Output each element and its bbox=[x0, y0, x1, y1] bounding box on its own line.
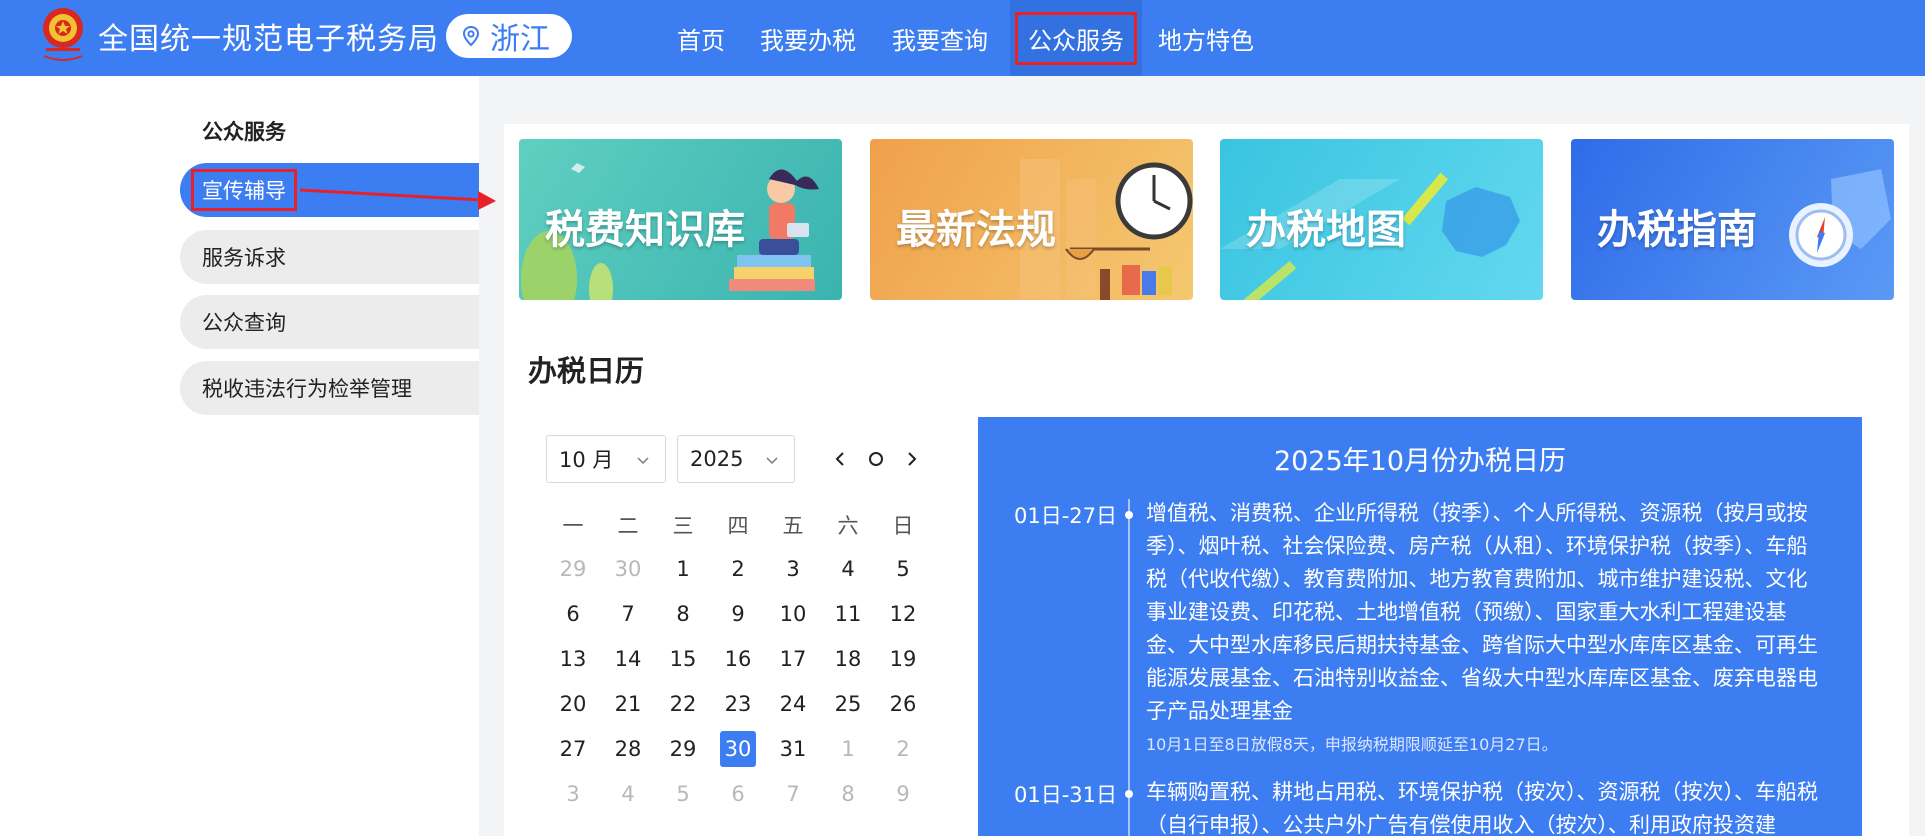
prev-month-button[interactable] bbox=[828, 446, 852, 472]
nav-home[interactable]: 首页 bbox=[660, 0, 742, 76]
nav-public-service[interactable]: 公众服务 bbox=[1010, 0, 1142, 76]
calendar-day[interactable]: 13 bbox=[553, 641, 593, 677]
calendar-day[interactable]: 19 bbox=[883, 641, 923, 677]
calendar-day[interactable]: 3 bbox=[773, 551, 813, 587]
calendar-day[interactable]: 3 bbox=[553, 776, 593, 812]
year-select[interactable]: 2025 bbox=[677, 435, 795, 483]
timeline-dot bbox=[1125, 790, 1133, 798]
calendar-day[interactable]: 14 bbox=[608, 641, 648, 677]
chevron-left-icon bbox=[835, 452, 844, 466]
month-select[interactable]: 10 月 bbox=[546, 435, 666, 483]
banner-latest-regulations[interactable]: 最新法规 bbox=[870, 139, 1193, 300]
next-month-button[interactable] bbox=[900, 446, 924, 472]
entry-tax-list: 车辆购置税、耕地占用税、环境保护税（按次）、资源税（按次）、车船税（自行申报）、… bbox=[1146, 780, 1818, 836]
entry-date: 01日-31日 bbox=[1014, 783, 1118, 807]
calendar-day[interactable]: 5 bbox=[883, 551, 923, 587]
calendar-day[interactable]: 8 bbox=[828, 776, 868, 812]
tax-emblem-logo[interactable] bbox=[34, 4, 92, 68]
nav-local-features[interactable]: 地方特色 bbox=[1150, 0, 1262, 76]
site-title[interactable]: 全国统一规范电子税务局 bbox=[98, 14, 439, 58]
calendar-day[interactable]: 15 bbox=[663, 641, 703, 677]
calendar-day[interactable]: 11 bbox=[828, 596, 868, 632]
region-selector[interactable]: 浙江 bbox=[446, 14, 572, 58]
entry-tax-list: 增值税、消费税、企业所得税（按季）、个人所得税、资源税（按月或按季）、烟叶税、社… bbox=[1146, 501, 1818, 723]
calendar-day[interactable]: 2 bbox=[883, 731, 923, 767]
chevron-down-icon bbox=[766, 457, 778, 465]
nav-handle-tax[interactable]: 我要办税 bbox=[752, 0, 864, 76]
tax-calendar-panel: 2025年10月份办税日历 01日-27日 增值税、消费税、企业所得税（按季）、… bbox=[978, 417, 1862, 836]
tax-calendar-heading: 办税日历 bbox=[528, 354, 645, 388]
weekday-header: 四 bbox=[727, 514, 749, 538]
calendar-day[interactable]: 6 bbox=[718, 776, 758, 812]
tax-calendar-title: 2025年10月份办税日历 bbox=[1273, 446, 1567, 477]
top-header: 全国统一规范电子税务局 浙江 首页 我要办税 我要查询 公众服务 地方特色 bbox=[0, 0, 1925, 76]
calendar-day[interactable]: 24 bbox=[773, 686, 813, 722]
calendar-day[interactable]: 5 bbox=[663, 776, 703, 812]
banner-tax-guide[interactable]: 办税指南 bbox=[1571, 139, 1894, 300]
calendar-day[interactable]: 9 bbox=[883, 776, 923, 812]
sidebar-item-public-query[interactable]: 公众查询 bbox=[180, 295, 479, 349]
calendar-day[interactable]: 7 bbox=[773, 776, 813, 812]
banner-tax-map[interactable]: 办税地图 bbox=[1220, 139, 1543, 300]
calendar-day[interactable]: 29 bbox=[663, 731, 703, 767]
calendar-day[interactable]: 25 bbox=[828, 686, 868, 722]
sidebar-title: 公众服务 bbox=[202, 120, 286, 144]
sidebar-item-service-request[interactable]: 服务诉求 bbox=[180, 230, 479, 284]
weekday-header: 二 bbox=[617, 514, 639, 538]
banner-label: 税费知识库 bbox=[545, 207, 745, 253]
nav-query[interactable]: 我要查询 bbox=[884, 0, 996, 76]
calendar-day[interactable]: 12 bbox=[883, 596, 923, 632]
weekday-header: 三 bbox=[672, 514, 694, 538]
banner-label: 最新法规 bbox=[896, 207, 1056, 253]
calendar-day[interactable]: 27 bbox=[553, 731, 593, 767]
calendar-day[interactable]: 1 bbox=[663, 551, 703, 587]
circle-icon bbox=[869, 452, 883, 466]
banner-label: 办税指南 bbox=[1597, 207, 1757, 253]
calendar-day[interactable]: 8 bbox=[663, 596, 703, 632]
calendar-day[interactable]: 20 bbox=[553, 686, 593, 722]
weekday-header: 六 bbox=[837, 514, 859, 538]
entry-note: 10月1日至8日放假8天，申报纳税期限顺延至10月27日。 bbox=[1146, 735, 1558, 754]
calendar-day[interactable]: 26 bbox=[883, 686, 923, 722]
today-button[interactable] bbox=[864, 446, 888, 472]
calendar-day[interactable]: 1 bbox=[828, 731, 868, 767]
calendar-day[interactable]: 9 bbox=[718, 596, 758, 632]
banner-label: 办税地图 bbox=[1246, 207, 1406, 253]
weekday-header: 一 bbox=[562, 514, 584, 538]
sidebar-item-tax-violation-report[interactable]: 税收违法行为检举管理 bbox=[180, 361, 479, 415]
calendar-day[interactable]: 23 bbox=[718, 686, 758, 722]
calendar-day[interactable]: 10 bbox=[773, 596, 813, 632]
region-name: 浙江 bbox=[490, 22, 550, 57]
location-pin-icon bbox=[462, 25, 480, 47]
entry-date: 01日-27日 bbox=[1014, 504, 1118, 528]
calendar-day[interactable]: 6 bbox=[553, 596, 593, 632]
timeline-line bbox=[1128, 499, 1130, 836]
chevron-down-icon bbox=[637, 457, 649, 465]
calendar-day[interactable]: 28 bbox=[608, 731, 648, 767]
calendar-day[interactable]: 16 bbox=[718, 641, 758, 677]
calendar-day[interactable]: 2 bbox=[718, 551, 758, 587]
calendar-day-selected[interactable]: 30 bbox=[720, 731, 756, 767]
calendar-day[interactable]: 17 bbox=[773, 641, 813, 677]
calendar-day[interactable]: 4 bbox=[828, 551, 868, 587]
weekday-header: 五 bbox=[782, 514, 804, 538]
calendar-day[interactable]: 31 bbox=[773, 731, 813, 767]
chevron-right-icon bbox=[908, 452, 917, 466]
sidebar-item-publicity[interactable]: 宣传辅导 bbox=[180, 163, 479, 217]
timeline-dot bbox=[1125, 511, 1133, 519]
calendar-day[interactable]: 4 bbox=[608, 776, 648, 812]
weekday-header: 日 bbox=[892, 514, 914, 538]
calendar-day[interactable]: 18 bbox=[828, 641, 868, 677]
calendar-day[interactable]: 7 bbox=[608, 596, 648, 632]
calendar-day[interactable]: 30 bbox=[608, 551, 648, 587]
banner-knowledge-base[interactable]: 税费知识库 bbox=[519, 139, 842, 300]
calendar-day[interactable]: 29 bbox=[553, 551, 593, 587]
calendar-day[interactable]: 22 bbox=[663, 686, 703, 722]
calendar-day[interactable]: 21 bbox=[608, 686, 648, 722]
